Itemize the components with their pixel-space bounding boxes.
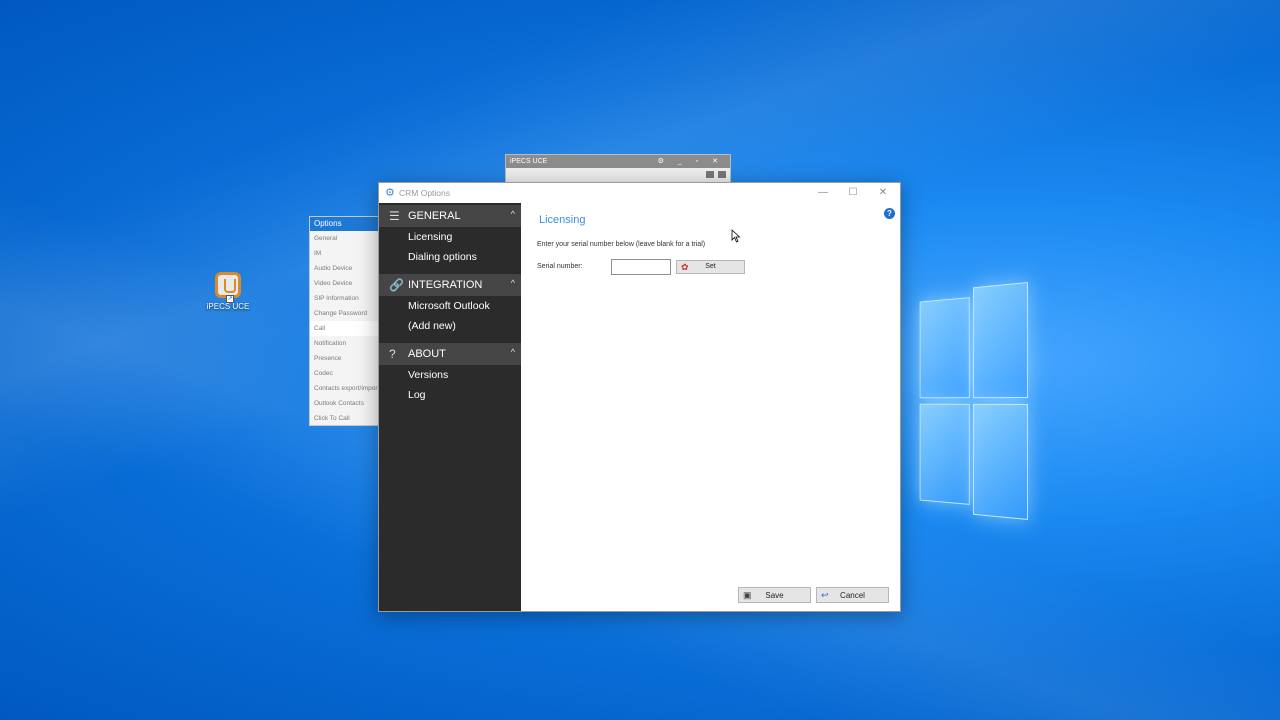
options-item[interactable]: Codec [310, 366, 380, 381]
minimize-button[interactable]: — [808, 185, 838, 201]
ipecs-window: iPECS UCE ⚙ _ ▫ ✕ [505, 154, 731, 184]
ipecs-title: iPECS UCE [510, 158, 547, 165]
set-button[interactable]: ✿ Set [676, 260, 745, 274]
sidebar-section-integration[interactable]: 🔗 INTEGRATION ^ [379, 274, 521, 296]
ipecs-titlebar[interactable]: iPECS UCE ⚙ _ ▫ ✕ [506, 155, 730, 168]
instruction-text: Enter your serial number below (leave bl… [537, 241, 705, 248]
question-icon: ? [389, 346, 396, 362]
sidebar-item-add-new[interactable]: (Add new) [379, 316, 521, 336]
gear-icon: ⚙ [385, 187, 395, 199]
crm-options-window: ⚙ CRM Options — ☐ ✕ ☰ GENERAL ^ Licensing Di… [378, 182, 901, 612]
sidebar-item-log[interactable]: Log [379, 385, 521, 405]
shortcut-arrow-icon: ↗ [226, 295, 234, 303]
sidebar-section-title: ABOUT [408, 348, 446, 360]
cancel-button-label: Cancel [817, 591, 888, 600]
options-item[interactable]: Outlook Contacts [310, 396, 380, 411]
options-item[interactable]: Contacts export/import [310, 381, 380, 396]
desktop-icon-label: iPECS UCE [205, 302, 251, 311]
close-button[interactable]: ✕ [868, 185, 898, 201]
sidebar-item-licensing[interactable]: Licensing [379, 227, 521, 247]
serial-number-input[interactable] [611, 259, 671, 275]
sidebar-section-title: GENERAL [408, 210, 461, 222]
window-title: CRM Options [399, 188, 450, 198]
options-item[interactable]: Click To Call [310, 411, 380, 426]
page-title: Licensing [539, 214, 585, 226]
chevron-up-icon[interactable]: ^ [511, 209, 515, 219]
help-icon[interactable]: ? [884, 208, 895, 219]
sidebar-section-general[interactable]: ☰ GENERAL ^ [379, 205, 521, 227]
options-item[interactable]: Call [310, 321, 380, 336]
save-button-label: Save [739, 591, 810, 600]
crm-titlebar[interactable]: ⚙ CRM Options — ☐ ✕ [379, 183, 900, 203]
options-item[interactable]: General [310, 231, 380, 246]
options-item[interactable]: Video Device [310, 276, 380, 291]
options-item[interactable]: Change Password [310, 306, 380, 321]
ipecs-window-controls[interactable]: ⚙ _ ▫ ✕ [658, 155, 724, 168]
chevron-up-icon[interactable]: ^ [511, 347, 515, 357]
options-item[interactable]: IM [310, 246, 380, 261]
sidebar-item-versions[interactable]: Versions [379, 365, 521, 385]
mouse-cursor [731, 229, 741, 243]
chat-icon[interactable] [706, 171, 714, 178]
desktop-icon-ipecs[interactable]: ↗ iPECS UCE [205, 272, 251, 311]
menu-icon: ☰ [389, 208, 400, 224]
chevron-up-icon[interactable]: ^ [511, 278, 515, 288]
folder-icon[interactable] [718, 171, 726, 178]
sidebar-section-about[interactable]: ? ABOUT ^ [379, 343, 521, 365]
sidebar: ☰ GENERAL ^ Licensing Dialing options 🔗 INTEGR… [379, 203, 521, 611]
options-item[interactable]: Notification [310, 336, 380, 351]
options-item[interactable]: Presence [310, 351, 380, 366]
windows-logo-wallpaper [920, 282, 1028, 520]
serial-number-label: Serial number: [537, 263, 583, 270]
options-window: Options General IM Audio Device Video Devic… [309, 216, 381, 426]
content-panel: Licensing ? Enter your serial number bel… [521, 203, 900, 611]
options-window-title: Options [310, 217, 380, 231]
ipecs-app-icon: ↗ [215, 272, 241, 298]
sidebar-item-microsoft-outlook[interactable]: Microsoft Outlook [379, 296, 521, 316]
options-item[interactable]: SIP Information [310, 291, 380, 306]
set-button-label: Set [677, 263, 744, 270]
sidebar-section-title: INTEGRATION [408, 279, 482, 291]
save-button[interactable]: ▣ Save [738, 587, 811, 603]
link-icon: 🔗 [389, 277, 404, 293]
maximize-button[interactable]: ☐ [838, 185, 868, 201]
cancel-button[interactable]: ↩ Cancel [816, 587, 889, 603]
options-item[interactable]: Audio Device [310, 261, 380, 276]
sidebar-item-dialing-options[interactable]: Dialing options [379, 247, 521, 267]
